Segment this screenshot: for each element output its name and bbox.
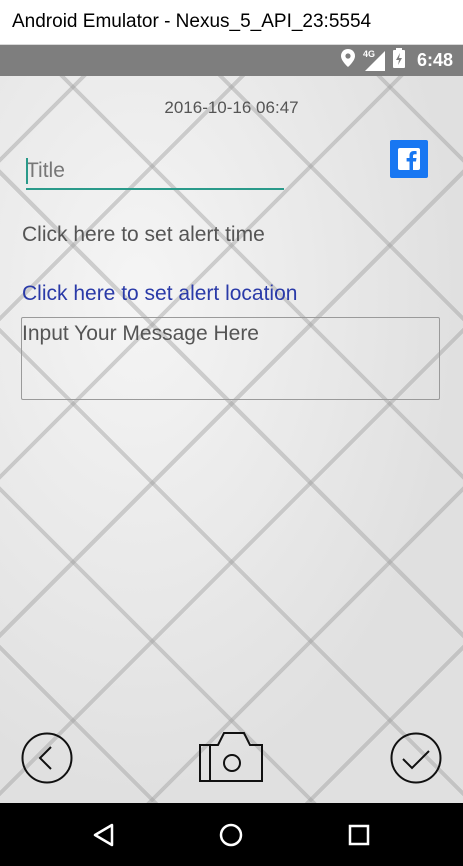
status-time: 6:48	[416, 50, 453, 70]
network-type-label: 4G	[362, 48, 375, 59]
location-icon	[340, 49, 355, 72]
back-circle-icon	[21, 732, 73, 784]
note-date: 2016-10-16 06:47	[164, 98, 299, 117]
set-alert-time-link[interactable]: Click here to set alert time	[22, 223, 265, 247]
nav-recent-button[interactable]	[345, 821, 373, 849]
signal-icon: 4G	[362, 48, 385, 71]
camera-button[interactable]	[198, 729, 264, 783]
facebook-share-button[interactable]	[390, 140, 428, 178]
status-icons: 4G 6:48	[340, 45, 453, 76]
set-alert-location-link[interactable]: Click here to set alert location	[22, 282, 297, 306]
check-circle-icon	[390, 732, 442, 784]
message-box	[21, 317, 440, 400]
emulator-title-bar: Android Emulator - Nexus_5_API_23:5554	[0, 0, 463, 45]
note-editor-screen: 2016-10-16 06:47 Click here to set alert…	[0, 76, 463, 803]
facebook-icon	[398, 148, 420, 170]
back-button[interactable]	[21, 732, 73, 784]
title-input[interactable]	[26, 156, 284, 186]
nav-home-button[interactable]	[217, 821, 245, 849]
nav-home-icon	[219, 823, 243, 847]
text-cursor	[26, 158, 28, 184]
window-title: Android Emulator - Nexus_5_API_23:5554	[12, 11, 372, 32]
status-bar: 4G 6:48	[0, 45, 463, 76]
nav-recent-icon	[348, 824, 370, 846]
message-input[interactable]	[22, 318, 439, 399]
title-field-container	[26, 156, 284, 190]
nav-back-button[interactable]	[90, 821, 118, 849]
confirm-button[interactable]	[390, 732, 442, 784]
camera-icon	[199, 732, 263, 782]
battery-icon	[392, 48, 405, 73]
nav-back-icon	[93, 823, 114, 847]
android-navigation-bar	[0, 803, 463, 866]
